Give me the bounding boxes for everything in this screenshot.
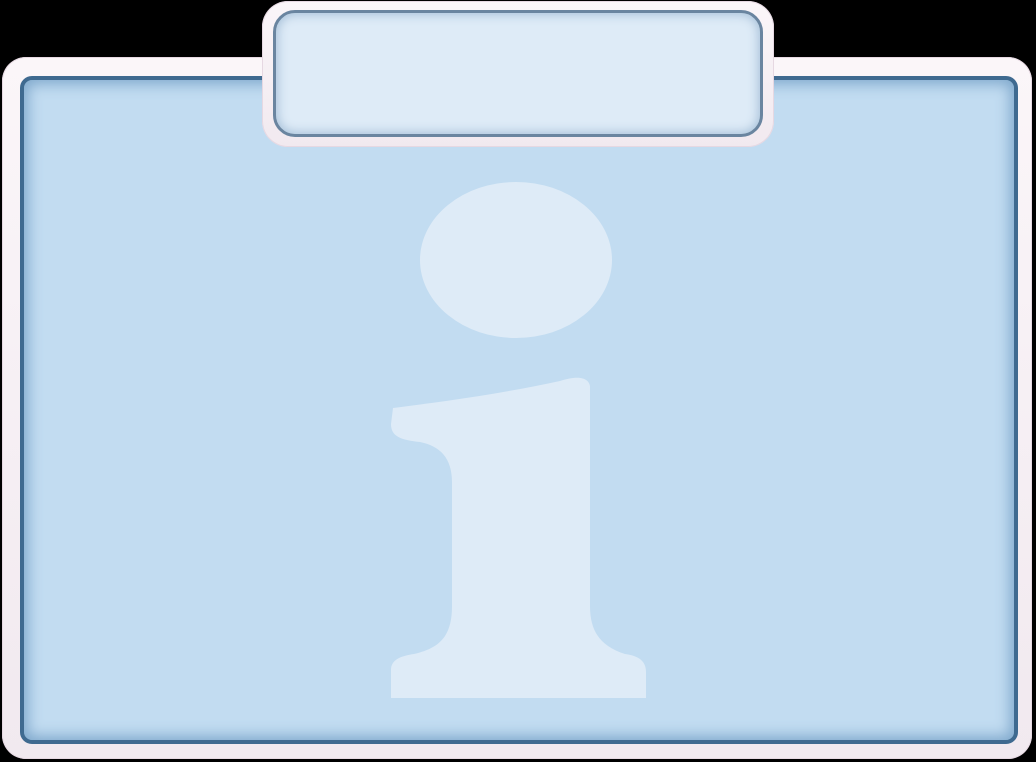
- info-panel: [0, 0, 1036, 762]
- info-icon-stem: [391, 377, 646, 698]
- info-icon: [391, 182, 646, 698]
- info-icon-dot: [420, 182, 612, 338]
- title-tab: [273, 10, 763, 137]
